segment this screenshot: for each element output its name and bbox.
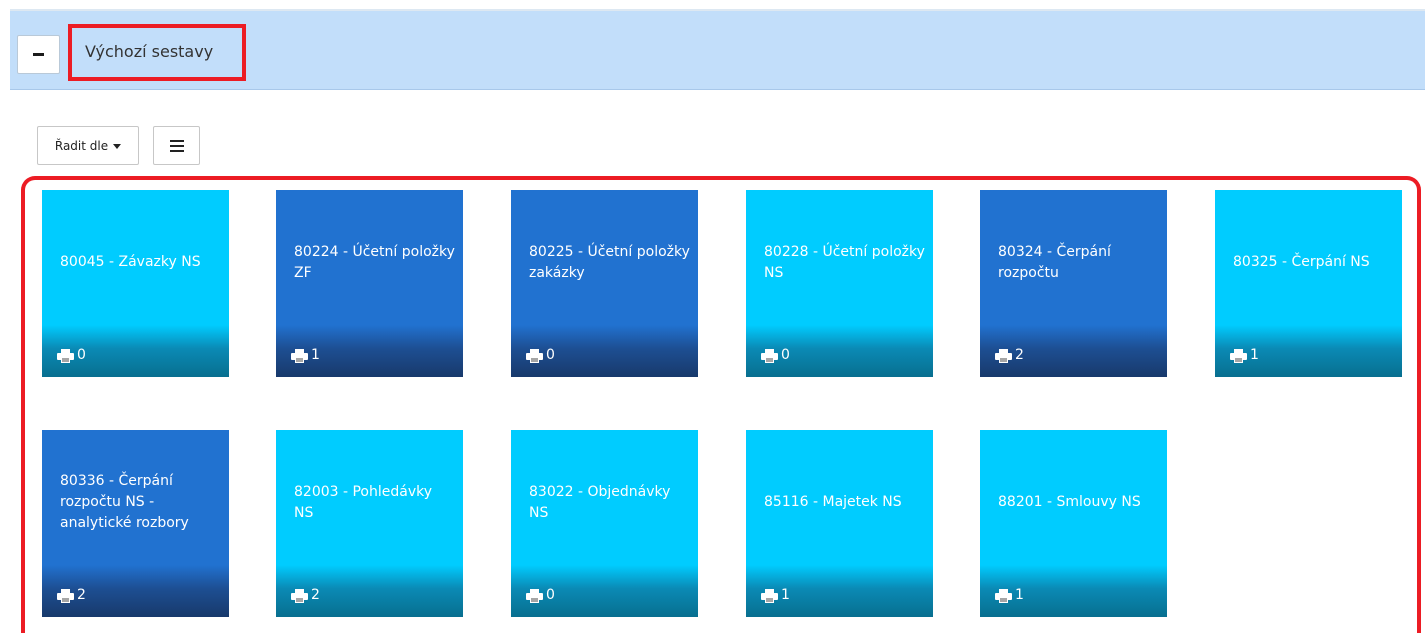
report-tile[interactable]: 80228 - Účetní položky NS 0: [746, 190, 933, 377]
report-tile[interactable]: 88201 - Smlouvy NS 1: [980, 430, 1167, 617]
report-tile[interactable]: 80336 - Čerpání rozpočtu NS - analytické…: [42, 430, 229, 617]
printer-icon: [57, 349, 74, 363]
printer-icon: [761, 589, 778, 603]
report-tile-label: 80336 - Čerpání rozpočtu NS - analytické…: [60, 473, 189, 531]
list-view-button[interactable]: [153, 126, 200, 165]
report-tile[interactable]: 80324 - Čerpání rozpočtu 2: [980, 190, 1167, 377]
report-tile[interactable]: 80045 - Závazky NS 0: [42, 190, 229, 377]
caret-down-icon: [113, 143, 122, 149]
report-print-count: 0: [781, 347, 790, 363]
collapse-button[interactable]: [17, 35, 60, 74]
printer-icon: [57, 589, 74, 603]
report-tile-footer: 0: [511, 565, 698, 617]
sort-dropdown-button[interactable]: Řadit dle: [37, 126, 139, 165]
report-tile[interactable]: 80225 - Účetní položky zakázky 0: [511, 190, 698, 377]
sort-label: Řadit dle: [54, 138, 109, 153]
minus-icon: [33, 53, 44, 56]
report-print-count: 2: [1015, 347, 1024, 363]
report-tile-label: 80325 - Čerpání NS: [1233, 254, 1370, 270]
report-tile-footer: 2: [42, 565, 229, 617]
report-print-count: 0: [546, 587, 555, 603]
printer-icon: [995, 349, 1012, 363]
report-tile-footer: 0: [42, 325, 229, 377]
report-tile-footer: 0: [746, 325, 933, 377]
printer-icon: [526, 349, 543, 363]
report-print-count: 0: [77, 347, 86, 363]
report-tile[interactable]: 83022 - Objednávky NS 0: [511, 430, 698, 617]
report-tile-footer: 1: [746, 565, 933, 617]
reports-grid-highlight: [21, 176, 1421, 633]
report-print-count: 0: [546, 347, 555, 363]
report-tile-label: 88201 - Smlouvy NS: [998, 494, 1141, 510]
report-print-count: 2: [77, 587, 86, 603]
report-tile-label: 80225 - Účetní položky zakázky: [529, 243, 690, 281]
report-tile-footer: 0: [511, 325, 698, 377]
report-tile[interactable]: 80224 - Účetní položky ZF 1: [276, 190, 463, 377]
printer-icon: [995, 589, 1012, 603]
printer-icon: [761, 349, 778, 363]
report-print-count: 2: [311, 587, 320, 603]
report-tile-footer: 1: [276, 325, 463, 377]
section-header: Výchozí sestavy: [10, 11, 1425, 90]
printer-icon: [526, 589, 543, 603]
section-title-highlight: Výchozí sestavy: [68, 24, 246, 81]
report-tile-label: 80228 - Účetní položky NS: [764, 243, 925, 281]
report-tile-label: 80224 - Účetní položky ZF: [294, 243, 455, 281]
printer-icon: [291, 589, 308, 603]
section-title: Výchozí sestavy: [85, 42, 214, 61]
report-tile[interactable]: 85116 - Majetek NS 1: [746, 430, 933, 617]
printer-icon: [291, 349, 308, 363]
list-icon: [169, 139, 184, 152]
report-tile-label: 85116 - Majetek NS: [764, 494, 902, 510]
report-tile-footer: 1: [980, 565, 1167, 617]
report-print-count: 1: [311, 347, 320, 363]
report-tile-footer: 2: [276, 565, 463, 617]
report-tile-footer: 1: [1215, 325, 1402, 377]
report-print-count: 1: [1015, 587, 1024, 603]
report-print-count: 1: [1250, 347, 1259, 363]
report-tile-label: 80045 - Závazky NS: [60, 254, 201, 270]
report-print-count: 1: [781, 587, 790, 603]
report-tile-label: 83022 - Objednávky NS: [529, 483, 671, 521]
report-tile-label: 80324 - Čerpání rozpočtu: [998, 243, 1111, 281]
report-tile-label: 82003 - Pohledávky NS: [294, 483, 433, 521]
printer-icon: [1230, 349, 1247, 363]
report-tile[interactable]: 80325 - Čerpání NS 1: [1215, 190, 1402, 377]
report-tile[interactable]: 82003 - Pohledávky NS 2: [276, 430, 463, 617]
report-tile-footer: 2: [980, 325, 1167, 377]
